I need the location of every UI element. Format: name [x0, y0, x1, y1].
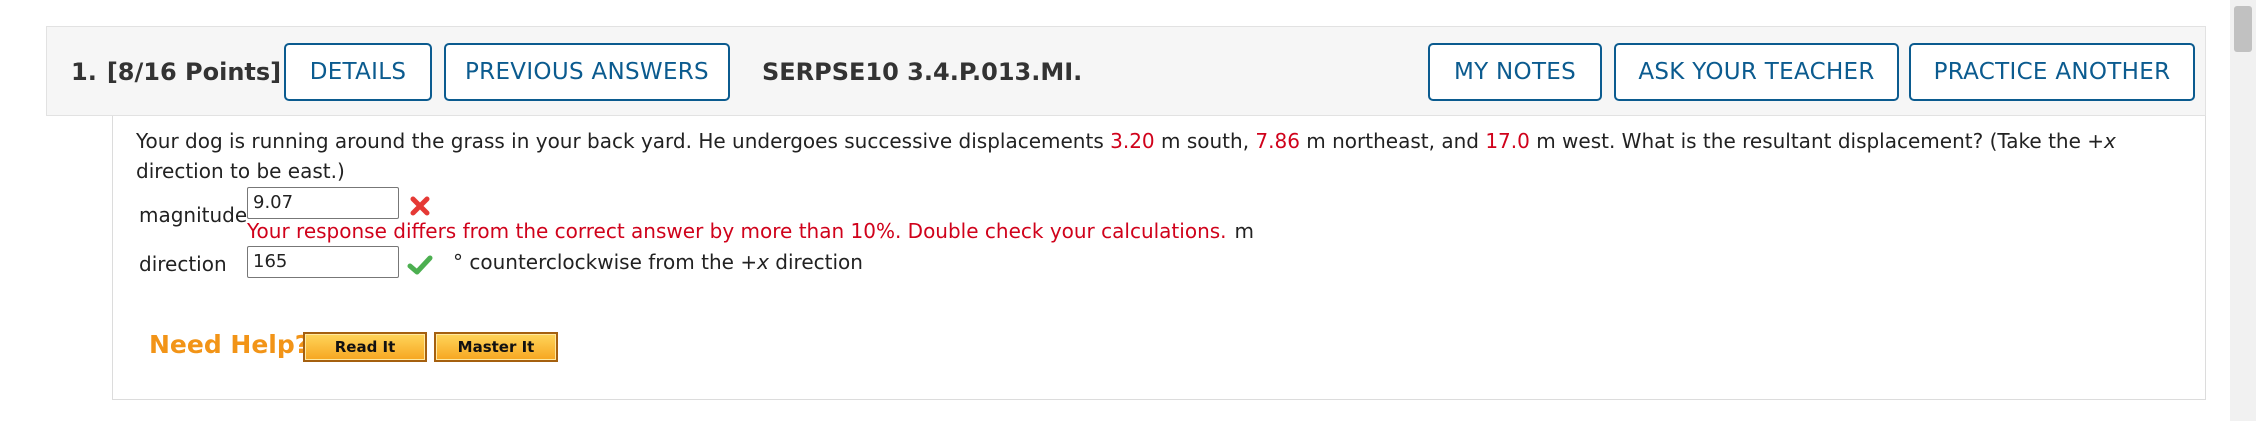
question-body: Your dog is running around the grass in …	[112, 116, 2206, 400]
displacement-3: 17.0	[1485, 129, 1530, 153]
displacement-2: 7.86	[1255, 129, 1300, 153]
practice-another-button[interactable]: PRACTICE ANOTHER	[1909, 43, 2195, 101]
direction-unit: ° counterclockwise from the +x direction	[453, 250, 863, 274]
my-notes-button[interactable]: MY NOTES	[1428, 43, 1602, 101]
need-help-label: Need Help?	[149, 330, 310, 359]
question-code: SERPSE10 3.4.P.013.MI.	[762, 58, 1083, 86]
prompt-text-1: Your dog is running around the grass in …	[136, 129, 1111, 153]
scrollbar-thumb[interactable]	[2234, 6, 2252, 52]
x-variable: x	[2104, 129, 2116, 153]
question-prompt: Your dog is running around the grass in …	[136, 126, 2186, 186]
prompt-text-2: m south,	[1154, 129, 1256, 153]
direction-unit-post: direction	[768, 250, 863, 274]
feedback-text: Your response differs from the correct a…	[247, 219, 1227, 243]
incorrect-icon	[409, 195, 431, 221]
previous-answers-button[interactable]: PREVIOUS ANSWERS	[444, 43, 730, 101]
magnitude-input[interactable]: 9.07	[247, 187, 399, 219]
magnitude-label: magnitude	[139, 203, 248, 227]
vertical-scrollbar[interactable]	[2230, 0, 2256, 421]
prompt-text-4: m west. What is the resultant displaceme…	[1529, 129, 2105, 153]
magnitude-unit: m	[1234, 219, 1255, 243]
correct-check-icon	[407, 254, 433, 280]
prompt-text-5: direction to be east.)	[136, 159, 345, 183]
direction-input[interactable]: 165	[247, 246, 399, 278]
ask-your-teacher-button[interactable]: ASK YOUR TEACHER	[1614, 43, 1899, 101]
question-points: [8/16 Points]	[106, 58, 282, 86]
direction-x-variable: x	[757, 250, 769, 274]
question-header: 1. [8/16 Points] DETAILS PREVIOUS ANSWERS…	[46, 26, 2206, 116]
page: 1. [8/16 Points] DETAILS PREVIOUS ANSWERS…	[0, 0, 2256, 421]
direction-label: direction	[139, 252, 227, 276]
read-it-button[interactable]: Read It	[303, 332, 427, 362]
prompt-text-3: m northeast, and	[1299, 129, 1486, 153]
direction-unit-pre: ° counterclockwise from the +	[453, 250, 758, 274]
master-it-button[interactable]: Master It	[434, 332, 558, 362]
displacement-1: 3.20	[1110, 129, 1155, 153]
details-button[interactable]: DETAILS	[284, 43, 432, 101]
question-number-label: 1.	[71, 58, 97, 86]
magnitude-feedback: Your response differs from the correct a…	[247, 219, 1254, 243]
question-number: 1. [8/16 Points]	[71, 27, 281, 117]
